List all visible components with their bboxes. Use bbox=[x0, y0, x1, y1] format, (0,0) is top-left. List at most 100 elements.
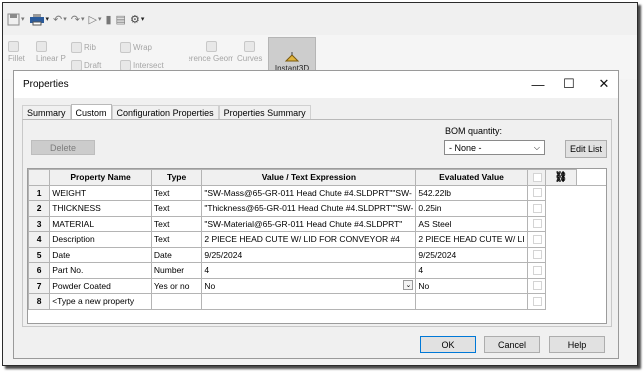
undo-icon[interactable]: ↶ ▾ bbox=[53, 10, 67, 28]
property-name-cell[interactable]: Part No. bbox=[49, 262, 152, 279]
tab-properties-summary[interactable]: Properties Summary bbox=[218, 105, 311, 120]
header-checkbox-column[interactable] bbox=[526, 169, 546, 186]
table-row[interactable]: 2 THICKNESS Text "Thickness@65-GR-011 He… bbox=[28, 200, 607, 217]
curves-button[interactable]: Curves bbox=[237, 41, 262, 63]
row-checkbox[interactable] bbox=[532, 281, 542, 291]
property-name-cell[interactable]: Description bbox=[49, 231, 152, 248]
value-cell[interactable]: "SW-Material@65-GR-011 Head Chute #4.SLD… bbox=[201, 215, 417, 232]
type-cell[interactable]: Text bbox=[150, 200, 203, 217]
row-number[interactable]: 7 bbox=[28, 277, 51, 294]
print-icon[interactable]: ▾ bbox=[29, 10, 49, 28]
type-cell[interactable]: Text bbox=[150, 231, 203, 248]
select-icon[interactable]: ▷ ▾ bbox=[89, 10, 102, 28]
type-cell[interactable]: Yes or no bbox=[150, 277, 203, 294]
type-cell[interactable]: Date bbox=[150, 246, 203, 263]
row-number[interactable]: 2 bbox=[28, 200, 51, 217]
table-row[interactable]: 6 Part No. Number 4 4 bbox=[28, 262, 607, 279]
row-number[interactable]: 1 bbox=[28, 184, 51, 201]
table-row[interactable]: 1 WEIGHT Text "SW-Mass@65-GR-011 Head Ch… bbox=[28, 184, 607, 201]
table-row[interactable]: 3 MATERIAL Text "SW-Material@65-GR-011 H… bbox=[28, 215, 607, 232]
value-cell[interactable]: 9/25/2024 bbox=[201, 246, 417, 263]
value-cell[interactable]: "SW-Mass@65-GR-011 Head Chute #4.SLDPRT"… bbox=[201, 184, 417, 201]
tab-custom[interactable]: Custom bbox=[70, 104, 112, 120]
cancel-button[interactable]: Cancel bbox=[484, 336, 540, 353]
header-property-name[interactable]: Property Name bbox=[49, 169, 152, 186]
table-row[interactable]: 5 Date Date 9/25/2024 9/25/2024 bbox=[28, 246, 607, 263]
row-checkbox-cell[interactable] bbox=[526, 200, 546, 217]
tab-configuration-properties[interactable]: Configuration Properties bbox=[111, 105, 219, 120]
bom-quantity-select[interactable]: - None - ⌵ bbox=[444, 140, 545, 155]
value-cell[interactable]: 2 PIECE HEAD CUTE W/ LID FOR CONVEYOR #4 bbox=[201, 231, 417, 248]
row-checkbox-cell[interactable] bbox=[526, 231, 546, 248]
bom-quantity-label: BOM quantity: bbox=[445, 126, 503, 136]
select-all-checkbox[interactable] bbox=[532, 172, 542, 182]
empty-header-cell bbox=[576, 169, 606, 186]
chevron-down-icon[interactable]: ⌄ bbox=[403, 280, 414, 291]
edit-list-button[interactable]: Edit List bbox=[565, 140, 607, 158]
delete-button[interactable]: Delete bbox=[31, 140, 95, 155]
value-cell[interactable]: No ⌄ bbox=[201, 277, 417, 294]
table-row[interactable]: 8 <Type a new property bbox=[28, 293, 607, 310]
type-cell[interactable] bbox=[150, 293, 203, 310]
property-name-cell[interactable]: WEIGHT bbox=[49, 184, 152, 201]
property-name-cell[interactable]: THICKNESS bbox=[49, 200, 152, 217]
row-checkbox[interactable] bbox=[532, 296, 542, 306]
spacer-cell bbox=[577, 278, 606, 294]
options-gear-icon[interactable]: ⚙ ▾ bbox=[130, 10, 144, 28]
header-value[interactable]: Value / Text Expression bbox=[201, 169, 417, 186]
custom-properties-grid: Property Name Type Value / Text Expressi… bbox=[27, 168, 607, 324]
maximize-icon[interactable]: ☐ bbox=[562, 76, 576, 91]
row-checkbox-cell[interactable] bbox=[526, 215, 546, 232]
header-link-column[interactable]: ⛓ bbox=[544, 169, 578, 186]
property-name-cell[interactable]: Date bbox=[49, 246, 152, 263]
file-properties-icon[interactable]: ▤ bbox=[116, 10, 126, 28]
save-icon[interactable]: ▾ bbox=[7, 10, 25, 28]
value-cell[interactable] bbox=[201, 293, 417, 310]
link-icon: ⛓ bbox=[554, 171, 568, 183]
wrap-button[interactable]: Wrap bbox=[120, 42, 152, 53]
table-row[interactable]: 7 Powder Coated Yes or no No ⌄ No bbox=[28, 277, 607, 294]
rib-button[interactable]: Rib bbox=[71, 42, 96, 53]
yes-no-combo[interactable]: No ⌄ bbox=[204, 279, 414, 292]
row-checkbox[interactable] bbox=[532, 234, 542, 244]
type-cell[interactable]: Text bbox=[150, 215, 203, 232]
chevron-down-icon: ⌵ bbox=[533, 143, 540, 152]
rebuild-icon[interactable]: ▮ bbox=[105, 10, 111, 28]
row-checkbox[interactable] bbox=[532, 188, 542, 198]
row-checkbox[interactable] bbox=[532, 250, 542, 260]
linear-pattern-button[interactable]: Linear Pattern bbox=[36, 41, 66, 63]
fillet-button[interactable]: Fillet bbox=[8, 41, 25, 63]
corner-cell bbox=[28, 169, 51, 186]
type-cell[interactable]: Text bbox=[150, 184, 203, 201]
minimize-icon[interactable]: — bbox=[531, 77, 545, 92]
help-button[interactable]: Help bbox=[549, 336, 605, 353]
row-number[interactable]: 8 bbox=[28, 293, 51, 310]
row-checkbox-cell[interactable] bbox=[526, 293, 546, 310]
dialog-titlebar: Properties — ☐ ✕ bbox=[14, 71, 618, 98]
row-checkbox[interactable] bbox=[532, 219, 542, 229]
close-icon[interactable]: ✕ bbox=[597, 76, 611, 91]
reference-geometry-button[interactable]: Reference Geometry bbox=[189, 41, 233, 63]
row-number[interactable]: 4 bbox=[28, 231, 51, 248]
tab-summary[interactable]: Summary bbox=[22, 105, 71, 120]
value-cell[interactable]: "Thickness@65-GR-011 Head Chute #4.SLDPR… bbox=[201, 200, 417, 217]
header-evaluated-value[interactable]: Evaluated Value bbox=[415, 169, 528, 186]
header-type[interactable]: Type bbox=[150, 169, 203, 186]
row-checkbox-cell[interactable] bbox=[526, 277, 546, 294]
row-checkbox-cell[interactable] bbox=[526, 184, 546, 201]
row-number[interactable]: 3 bbox=[28, 215, 51, 232]
type-cell[interactable]: Number bbox=[150, 262, 203, 279]
ok-button[interactable]: OK bbox=[420, 336, 476, 353]
redo-icon[interactable]: ↷ ▾ bbox=[71, 10, 85, 28]
row-number[interactable]: 5 bbox=[28, 246, 51, 263]
property-name-cell[interactable]: MATERIAL bbox=[49, 215, 152, 232]
row-checkbox[interactable] bbox=[532, 265, 542, 275]
property-name-cell[interactable]: Powder Coated bbox=[49, 277, 152, 294]
row-checkbox-cell[interactable] bbox=[526, 262, 546, 279]
row-number[interactable]: 6 bbox=[28, 262, 51, 279]
value-cell[interactable]: 4 bbox=[201, 262, 417, 279]
table-row[interactable]: 4 Description Text 2 PIECE HEAD CUTE W/ … bbox=[28, 231, 607, 248]
row-checkbox-cell[interactable] bbox=[526, 246, 546, 263]
row-checkbox[interactable] bbox=[532, 203, 542, 213]
new-property-cell[interactable]: <Type a new property bbox=[49, 293, 152, 310]
